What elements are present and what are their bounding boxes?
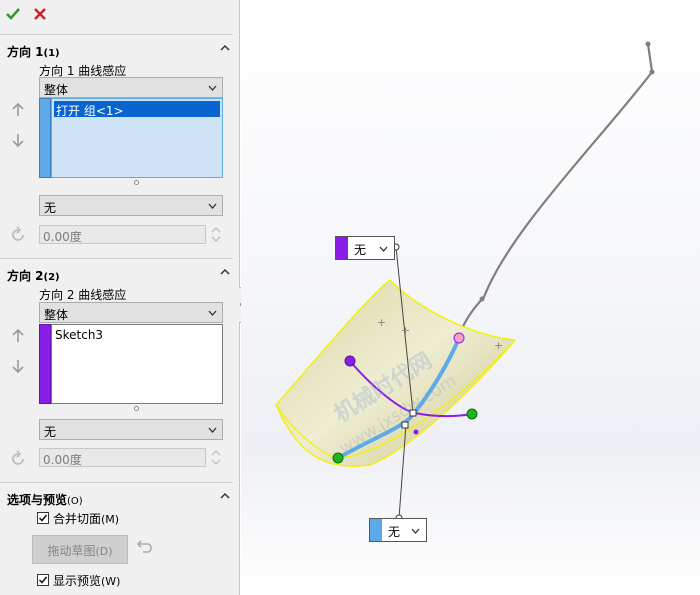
direction2-header[interactable]: 方向 2(2) (0, 262, 239, 286)
direction2-angle-value: 0.00度 (43, 453, 82, 467)
drag-key-text: (D) (95, 545, 113, 558)
drag-sketch-button[interactable]: 拖动草图(D) (32, 535, 128, 564)
arrow-down-icon (12, 360, 24, 374)
direction1-title: 方向 1 (7, 45, 44, 59)
direction1-header[interactable]: 方向 1(1) (0, 38, 239, 62)
options-header[interactable]: 选项与预览(O) (0, 486, 239, 510)
direction2-selection-text[interactable]: Sketch3 (55, 328, 103, 342)
direction1-mode-value: 整体 (44, 83, 69, 97)
direction1-count: (1) (43, 48, 60, 59)
show-preview-label[interactable]: 显示预览(W) (53, 572, 120, 589)
direction2-title: 方向 2 (7, 269, 44, 283)
direction2-count: (2) (43, 272, 60, 283)
direction1-tangency-value: 无 (44, 201, 57, 215)
direction2-color-bar (39, 324, 51, 404)
merge-tangent-faces-checkbox[interactable] (37, 512, 49, 524)
divider (0, 34, 233, 35)
chevron-down-icon (411, 528, 420, 534)
arrow-up-icon (12, 102, 24, 116)
chevron-down-icon (208, 427, 217, 433)
move-up-button[interactable] (12, 328, 24, 343)
angle-spinner-icon[interactable] (210, 448, 222, 467)
direction1-selection-list[interactable]: 打开 组<1> (51, 98, 223, 178)
purple-endpoint (344, 355, 356, 367)
collapse-chevron-icon[interactable] (219, 42, 231, 54)
cancel-button[interactable] (33, 7, 47, 21)
show-preview-checkbox[interactable] (37, 574, 49, 586)
direction2-mode-value: 整体 (44, 308, 69, 322)
direction2-angle-input[interactable]: 0.00度 (39, 448, 206, 467)
direction2-influence-label: 方向 2 曲线感应 (39, 288, 127, 302)
move-down-button[interactable] (12, 133, 24, 148)
resize-handle[interactable] (134, 180, 139, 185)
arrow-down-icon (12, 134, 24, 148)
show-preview-text: 显示预览 (53, 574, 102, 588)
guide-endpoint (645, 41, 651, 47)
direction1-color-bar (39, 98, 51, 178)
chevron-down-icon (208, 310, 217, 316)
rotate-icon (12, 226, 24, 241)
direction1-angle-input[interactable]: 0.00度 (39, 225, 206, 244)
angle-spinner-icon[interactable] (210, 225, 222, 244)
chevron-down-icon (208, 85, 217, 91)
chevron-down-icon (208, 203, 217, 209)
show-preview-key-text: (W) (101, 575, 121, 588)
divider (0, 258, 233, 259)
callout-top-value: 无 (354, 243, 367, 257)
direction2-selection-list[interactable]: Sketch3 (51, 324, 223, 404)
green-endpoint (332, 452, 344, 464)
plus-mark: + (494, 339, 503, 352)
options-count: (O) (67, 496, 83, 507)
divider (0, 482, 233, 483)
checkmark-icon (38, 576, 48, 584)
callout-bottom-value: 无 (388, 525, 401, 539)
plus-mark: + (401, 324, 410, 337)
direction1-tangency-select[interactable]: 无 (39, 195, 223, 216)
property-manager-panel: 方向 1(1) 方向 1 曲线感应 整体 打开 组<1> 无 0.00度 方向 … (0, 0, 246, 595)
arrow-up-icon (12, 328, 24, 342)
direction1-mode-select[interactable]: 整体 (39, 77, 223, 98)
collapse-chevron-icon[interactable] (219, 490, 231, 502)
move-down-button[interactable] (12, 359, 24, 374)
chevron-down-icon (379, 246, 388, 252)
rotate-icon (12, 450, 24, 465)
checkmark-icon (38, 514, 48, 522)
undo-icon[interactable] (134, 538, 152, 556)
direction1-selection-item[interactable]: 打开 组<1> (54, 101, 220, 118)
guide-curve (457, 43, 654, 339)
move-up-button[interactable] (12, 102, 24, 117)
options-title: 选项与预览 (7, 493, 68, 507)
drag-sketch-text: 拖动草图 (47, 544, 96, 558)
x-icon (34, 8, 46, 20)
direction2-swatch (336, 237, 348, 259)
direction2-tangency-callout[interactable]: 无 (335, 236, 395, 260)
green-endpoint (466, 408, 478, 420)
direction2-tangency-select[interactable]: 无 (39, 419, 223, 440)
ok-button[interactable] (5, 6, 21, 22)
direction1-tangency-callout[interactable]: 无 (369, 518, 427, 542)
merge-label-text: 合并切面 (53, 512, 102, 526)
collapse-chevron-icon[interactable] (219, 266, 231, 278)
boundary-surface-preview[interactable]: + + + (241, 0, 700, 595)
guide-point (649, 69, 655, 75)
merge-key-text: (M) (101, 513, 120, 526)
guide-point (479, 296, 485, 302)
direction1-angle-value: 0.00度 (43, 230, 82, 244)
graphics-viewport[interactable]: + + + 机械时代网 www.jxsdw.com 无 无 (241, 0, 700, 595)
midpoint-marker (413, 429, 419, 435)
merge-tangent-faces-label[interactable]: 合并切面(M) (53, 510, 119, 527)
pink-endpoint (453, 332, 465, 344)
direction1-selection-text: 打开 组<1> (56, 104, 124, 118)
checkmark-icon (6, 8, 20, 20)
direction1-swatch (370, 519, 382, 541)
plus-mark: + (377, 316, 386, 329)
direction2-tangency-value: 无 (44, 425, 57, 439)
direction2-mode-select[interactable]: 整体 (39, 302, 223, 323)
resize-handle[interactable] (134, 406, 139, 411)
